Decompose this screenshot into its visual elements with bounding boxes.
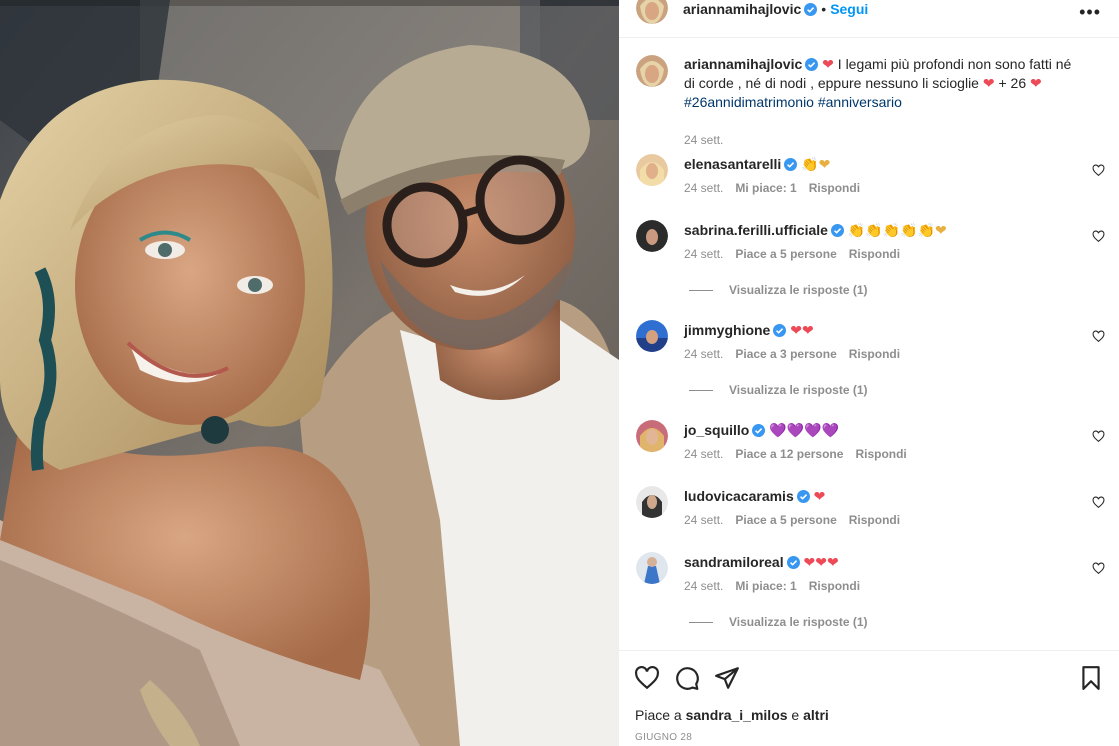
comment-emojis: ❤❤ bbox=[790, 322, 814, 338]
comment-time[interactable]: 24 sett. bbox=[684, 579, 723, 593]
likes-others-link[interactable]: altri bbox=[803, 707, 829, 723]
comment-likes[interactable]: Piace a 5 persone bbox=[735, 247, 836, 261]
author-avatar[interactable] bbox=[636, 0, 668, 24]
likes-conjunction: e bbox=[791, 707, 800, 723]
reply-button[interactable]: Rispondi bbox=[849, 247, 900, 261]
commenter-avatar[interactable] bbox=[636, 220, 668, 252]
heart-icon[interactable] bbox=[634, 665, 660, 691]
heart-icon[interactable] bbox=[1092, 496, 1105, 509]
view-replies-link[interactable]: Visualizza le risposte (1) bbox=[689, 615, 868, 629]
post-header: ariannamihajlovic • Segui ••• bbox=[619, 0, 1119, 38]
comment-likes[interactable]: Mi piace: 1 bbox=[735, 579, 796, 593]
comment-likes[interactable]: Mi piace: 1 bbox=[735, 181, 796, 195]
heart-icon[interactable] bbox=[1092, 230, 1105, 243]
comment-emojis: 👏👏👏👏👏❤ bbox=[847, 222, 947, 238]
commenter-avatar[interactable] bbox=[636, 486, 668, 518]
more-options-icon[interactable]: ••• bbox=[1079, 2, 1101, 23]
hashtag-link[interactable]: #26annidimatrimonio bbox=[684, 94, 814, 110]
reply-button[interactable]: Rispondi bbox=[855, 447, 906, 461]
view-replies-label: Visualizza le risposte (1) bbox=[729, 283, 868, 297]
bookmark-icon[interactable] bbox=[1078, 665, 1104, 691]
verified-badge-icon bbox=[786, 556, 800, 569]
commenter-avatar[interactable] bbox=[636, 420, 668, 452]
comment-time[interactable]: 24 sett. bbox=[684, 181, 723, 195]
comment-username[interactable]: elenasantarelli bbox=[684, 156, 781, 172]
verified-badge-icon bbox=[773, 324, 787, 337]
caption-text-after: + 26 bbox=[998, 75, 1027, 91]
likes-summary: Piace a sandra_i_milos e altri bbox=[635, 707, 829, 723]
comment-time[interactable]: 24 sett. bbox=[684, 347, 723, 361]
verified-badge-icon bbox=[805, 58, 819, 71]
view-replies-link[interactable]: Visualizza le risposte (1) bbox=[689, 383, 868, 397]
separator-dot: • bbox=[821, 1, 827, 17]
verified-badge-icon bbox=[804, 3, 818, 16]
comment-time[interactable]: 24 sett. bbox=[684, 447, 723, 461]
comment-emojis: ❤ bbox=[813, 488, 826, 504]
comment-likes[interactable]: Piace a 5 persone bbox=[735, 513, 836, 527]
reply-button[interactable]: Rispondi bbox=[849, 347, 900, 361]
comment-username[interactable]: ludovicacaramis bbox=[684, 488, 794, 504]
comment-time[interactable]: 24 sett. bbox=[684, 513, 723, 527]
commenter-avatar[interactable] bbox=[636, 320, 668, 352]
follow-button[interactable]: Segui bbox=[830, 1, 868, 17]
post-actions-bar: Piace a sandra_i_milos e altri GIUGNO 28 bbox=[619, 650, 1119, 746]
comment-likes[interactable]: Piace a 12 persone bbox=[735, 447, 843, 461]
verified-badge-icon bbox=[830, 224, 844, 237]
comment-emojis: 💜💜💜💜 bbox=[769, 422, 839, 438]
view-replies-link[interactable]: Visualizza le risposte (1) bbox=[689, 283, 868, 297]
comment-username[interactable]: jo_squillo bbox=[684, 422, 749, 438]
comments-scroll-area[interactable]: ariannamihajlovic ❤ I legami più profond… bbox=[619, 39, 1119, 649]
caption-time[interactable]: 24 sett. bbox=[684, 133, 723, 147]
hashtag-link[interactable]: #anniversario bbox=[818, 94, 902, 110]
view-replies-label: Visualizza le risposte (1) bbox=[729, 383, 868, 397]
caption-author[interactable]: ariannamihajlovic bbox=[684, 56, 802, 72]
reply-button[interactable]: Rispondi bbox=[849, 513, 900, 527]
heart-icon[interactable] bbox=[1092, 562, 1105, 575]
author-avatar[interactable] bbox=[636, 55, 668, 87]
heart-icon[interactable] bbox=[1092, 330, 1105, 343]
verified-badge-icon bbox=[752, 424, 766, 437]
comment-username[interactable]: sabrina.ferilli.ufficiale bbox=[684, 222, 828, 238]
heart-icon[interactable] bbox=[1092, 430, 1105, 443]
comment-emojis: 👏❤ bbox=[801, 156, 831, 172]
heart-emoji: ❤ bbox=[982, 75, 995, 91]
post-image bbox=[0, 0, 619, 746]
heart-emoji: ❤ bbox=[1030, 75, 1042, 91]
commenter-avatar[interactable] bbox=[636, 552, 668, 584]
likes-user-link[interactable]: sandra_i_milos bbox=[686, 707, 788, 723]
heart-emoji: ❤ bbox=[822, 56, 834, 72]
share-icon[interactable] bbox=[714, 665, 740, 691]
heart-icon[interactable] bbox=[1092, 164, 1105, 177]
comment-time[interactable]: 24 sett. bbox=[684, 247, 723, 261]
post-date[interactable]: GIUGNO 28 bbox=[635, 732, 692, 743]
reply-button[interactable]: Rispondi bbox=[809, 181, 860, 195]
commenter-avatar[interactable] bbox=[636, 154, 668, 186]
verified-badge-icon bbox=[784, 158, 798, 171]
likes-prefix: Piace a bbox=[635, 707, 682, 723]
author-username[interactable]: ariannamihajlovic bbox=[683, 1, 801, 17]
comment-emojis: ❤❤❤ bbox=[803, 554, 839, 570]
comment-likes[interactable]: Piace a 3 persone bbox=[735, 347, 836, 361]
reply-button[interactable]: Rispondi bbox=[809, 579, 860, 593]
view-replies-label: Visualizza le risposte (1) bbox=[729, 615, 868, 629]
comment-icon[interactable] bbox=[674, 665, 700, 691]
post-photo[interactable] bbox=[0, 0, 619, 746]
comment-username[interactable]: sandramiloreal bbox=[684, 554, 784, 570]
post-side-panel: ariannamihajlovic • Segui ••• ariannamihaj… bbox=[619, 0, 1119, 746]
comment-username[interactable]: jimmyghione bbox=[684, 322, 770, 338]
verified-badge-icon bbox=[796, 490, 810, 503]
